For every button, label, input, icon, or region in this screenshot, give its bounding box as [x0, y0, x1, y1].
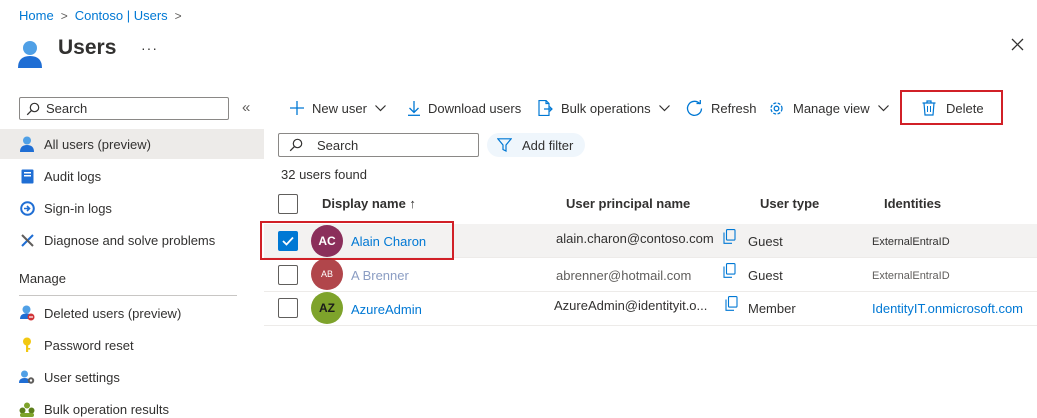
highlight-box	[260, 221, 454, 260]
collapse-sidebar-icon[interactable]: «	[242, 99, 250, 116]
highlight-box	[900, 90, 1003, 125]
sidebar-item-label: Audit logs	[44, 168, 102, 184]
audit-log-icon	[19, 168, 35, 184]
user-principal-name: AzureAdmin@identityit.o...	[554, 298, 708, 313]
chevron-down-icon	[877, 104, 889, 112]
sidebar-item-deleted-users[interactable]: Deleted users (preview)	[0, 298, 264, 328]
column-header-identities[interactable]: Identities	[884, 196, 941, 211]
sidebar-item-label: All users (preview)	[44, 136, 151, 152]
sidebar-search-input[interactable]	[19, 97, 229, 120]
add-filter-label: Add filter	[522, 137, 574, 153]
sign-in-icon	[19, 200, 35, 216]
sidebar-item-all-users[interactable]: All users (preview)	[0, 129, 264, 159]
gear-icon	[768, 100, 785, 117]
key-icon	[19, 337, 35, 353]
download-icon	[408, 100, 420, 116]
user-name-link[interactable]: A Brenner	[351, 268, 409, 283]
download-users-label: Download users	[428, 100, 522, 116]
add-filter-button[interactable]: Add filter	[487, 133, 585, 157]
sidebar-item-label: Deleted users (preview)	[44, 305, 182, 321]
identities: ExternalEntraID	[872, 270, 950, 282]
user-count: 32 users found	[281, 167, 368, 182]
sidebar-item-password-reset[interactable]: Password reset	[0, 330, 264, 360]
copy-icon[interactable]	[723, 263, 736, 281]
plus-icon	[290, 101, 304, 115]
avatar: AZ	[311, 292, 343, 324]
filter-icon	[497, 138, 512, 152]
identities: IdentityIT.onmicrosoft.com	[872, 301, 1023, 316]
user-type: Guest	[748, 268, 783, 283]
column-header-user-type[interactable]: User type	[760, 196, 819, 211]
download-users-button[interactable]: Download users	[408, 97, 521, 119]
user-name-link[interactable]: AzureAdmin	[351, 302, 422, 317]
row-checkbox[interactable]	[278, 298, 298, 318]
users-icon	[18, 40, 42, 73]
copy-icon[interactable]	[725, 296, 738, 314]
more-options-icon[interactable]: ···	[141, 40, 158, 56]
document-icon	[538, 100, 553, 116]
chevron-down-icon	[658, 104, 670, 112]
manage-view-label: Manage view	[793, 100, 870, 116]
user-type: Member	[748, 301, 796, 316]
sidebar-item-audit-logs[interactable]: Audit logs	[0, 161, 264, 191]
section-divider	[19, 295, 237, 296]
user-icon	[19, 136, 35, 152]
sidebar-item-label: User settings	[44, 369, 120, 385]
deleted-user-icon	[19, 305, 35, 321]
close-icon[interactable]	[1011, 38, 1024, 54]
chevron-down-icon	[374, 104, 386, 112]
copy-icon[interactable]	[723, 229, 736, 247]
refresh-label: Refresh	[711, 100, 757, 116]
select-all-checkbox[interactable]	[278, 194, 298, 214]
bulk-operations-button[interactable]: Bulk operations	[538, 97, 670, 119]
sidebar-item-label: Diagnose and solve problems	[44, 232, 216, 248]
sidebar-item-label: Password reset	[44, 337, 134, 353]
new-user-button[interactable]: New user	[290, 97, 386, 119]
identities: ExternalEntraID	[872, 236, 950, 248]
bulk-results-icon	[19, 401, 35, 417]
refresh-icon	[686, 99, 703, 117]
refresh-button[interactable]: Refresh	[686, 97, 757, 119]
avatar: AB	[311, 258, 343, 290]
user-principal-name: abrenner@hotmail.com	[556, 268, 692, 283]
sidebar-item-user-settings[interactable]: User settings	[0, 362, 264, 392]
breadcrumb: Home > Contoso | Users >	[19, 8, 189, 23]
sidebar-item-label: Bulk operation results	[44, 401, 170, 417]
user-type: Guest	[748, 234, 783, 249]
chevron-right-icon: >	[60, 8, 68, 23]
row-divider	[264, 325, 1037, 326]
column-header-display-name[interactable]: Display name ↑	[322, 196, 416, 211]
breadcrumb-home[interactable]: Home	[19, 8, 54, 23]
search-icon	[26, 102, 40, 115]
grid-search-field[interactable]	[317, 137, 457, 153]
new-user-label: New user	[312, 100, 367, 116]
page-title: Users	[58, 36, 117, 59]
sidebar-item-bulk-results[interactable]: Bulk operation results	[0, 394, 264, 418]
user-settings-icon	[19, 369, 35, 385]
column-header-upn[interactable]: User principal name	[566, 196, 690, 211]
search-icon	[289, 138, 303, 152]
user-principal-name: alain.charon@contoso.com	[556, 231, 714, 246]
manage-view-button[interactable]: Manage view	[768, 97, 889, 119]
sidebar-search-field[interactable]	[46, 101, 206, 116]
sidebar-item-label: Sign-in logs	[44, 200, 112, 216]
manage-section-heading: Manage	[19, 271, 66, 286]
grid-search-input[interactable]	[278, 133, 479, 157]
breadcrumb-contoso-users[interactable]: Contoso | Users	[75, 8, 168, 23]
bulk-operations-label: Bulk operations	[561, 100, 651, 116]
row-checkbox[interactable]	[278, 265, 298, 285]
chevron-right-icon: >	[174, 8, 182, 23]
wrench-icon	[19, 232, 35, 248]
sidebar-item-diagnose[interactable]: Diagnose and solve problems	[0, 225, 264, 255]
sidebar-item-sign-in-logs[interactable]: Sign-in logs	[0, 193, 264, 223]
